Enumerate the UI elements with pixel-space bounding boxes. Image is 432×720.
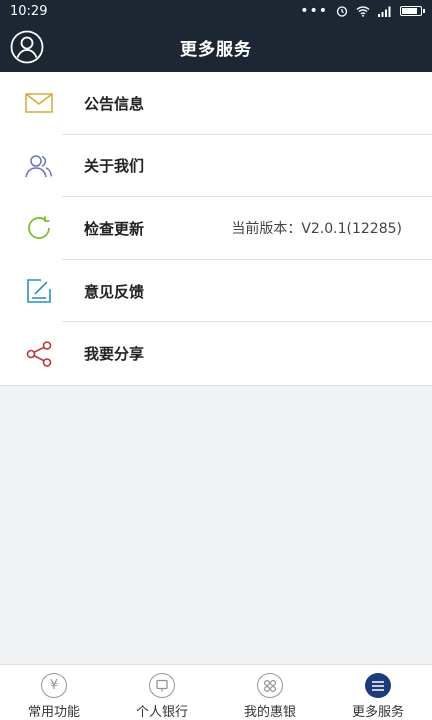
tab-label: 更多服务 (351, 705, 404, 720)
menu-list: 公告信息 关于我们 检查更新 当前版本：V2.0.1(12285) 意见反馈 我… (0, 72, 432, 386)
menu-item-feedback[interactable]: 意见反馈 (0, 260, 432, 323)
menu-item-about-us[interactable]: 关于我们 (0, 135, 432, 198)
status-icons: ••• (300, 3, 425, 19)
more-dots-icon: ••• (300, 3, 328, 19)
tab-common-functions[interactable]: ¥ 常用功能 (0, 665, 108, 720)
menu-item-label: 检查更新 (84, 219, 145, 238)
menu-item-check-update[interactable]: 检查更新 当前版本：V2.0.1(12285) (0, 197, 432, 260)
wifi-icon (356, 6, 370, 17)
tab-label: 我的惠银 (243, 705, 296, 720)
alarm-icon (336, 6, 348, 17)
status-time: 10:29 (10, 3, 48, 19)
grid-icon (257, 673, 283, 698)
menu-item-label: 公告信息 (84, 94, 145, 113)
tab-label: 常用功能 (27, 705, 80, 720)
users-icon (24, 151, 54, 181)
refresh-icon (24, 213, 54, 243)
menu-item-label: 我要分享 (84, 345, 145, 364)
menu-item-share[interactable]: 我要分享 (0, 322, 432, 385)
status-bar: 10:29 ••• (0, 0, 432, 22)
avatar-icon[interactable] (10, 30, 44, 64)
signal-icon (378, 6, 391, 17)
tab-personal-bank[interactable]: 个人银行 (108, 665, 216, 720)
menu-item-announcements[interactable]: 公告信息 (0, 72, 432, 135)
share-icon (24, 339, 54, 369)
personal-bank-icon (149, 673, 175, 698)
feedback-icon (24, 276, 54, 306)
bottom-tab-bar: ¥ 常用功能 个人银行 我的惠银 更多服务 (0, 664, 432, 720)
menu-item-label: 关于我们 (84, 157, 145, 176)
tab-my-huiyin[interactable]: 我的惠银 (216, 665, 324, 720)
menu-item-label: 意见反馈 (84, 282, 145, 301)
header: 更多服务 (0, 22, 432, 72)
tab-label: 个人银行 (135, 705, 188, 720)
app-version: 当前版本：V2.0.1(12285) (231, 221, 402, 238)
battery-icon (400, 6, 425, 16)
page-title: 更多服务 (180, 39, 252, 60)
yen-icon: ¥ (41, 673, 67, 698)
menu-lines-icon (365, 673, 391, 698)
tab-more-services[interactable]: 更多服务 (324, 665, 432, 720)
mail-icon (24, 88, 54, 118)
